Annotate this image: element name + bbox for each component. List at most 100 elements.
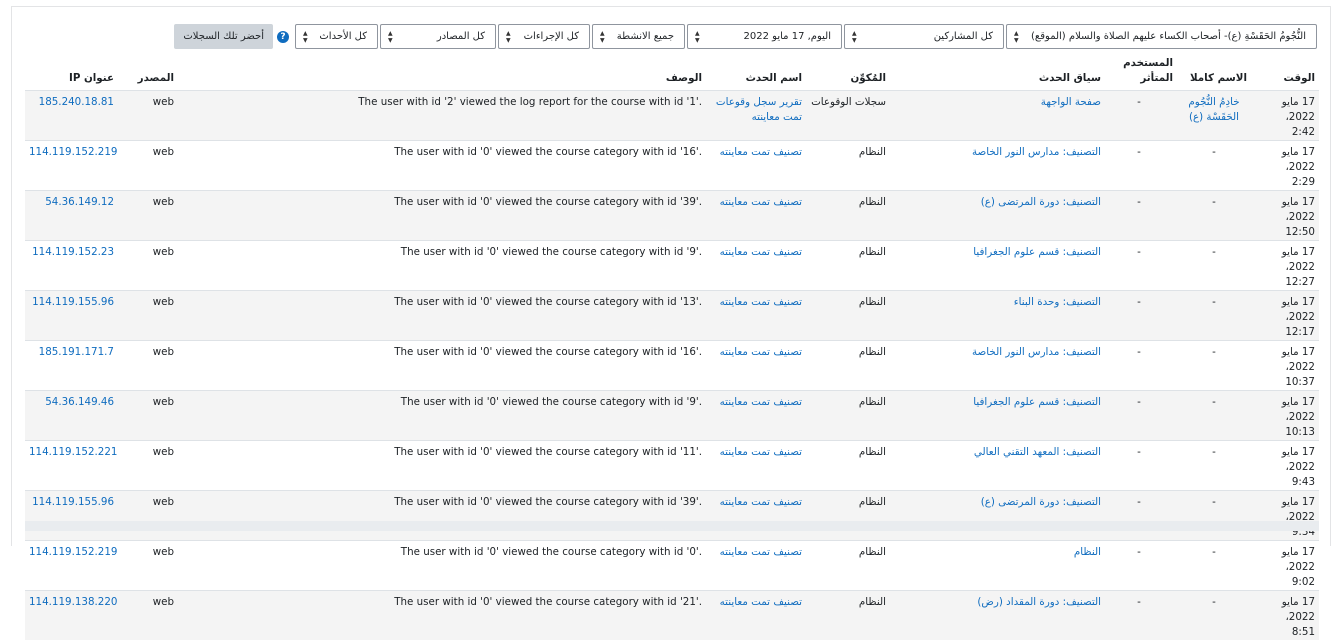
actions-select[interactable]: كل الإجراءات ▲▼ xyxy=(498,24,590,49)
cell-ip-text[interactable]: 114.119.152.221 xyxy=(29,446,117,458)
participants-select-value: كل المشاركين xyxy=(934,31,993,42)
cell-context-text[interactable]: التصنيف: مدارس النور الخاصة xyxy=(972,346,1101,358)
cell-ip-text[interactable]: 185.240.18.81 xyxy=(39,96,114,108)
cell-time: 17 مايو 2022،10:13 xyxy=(1251,391,1319,441)
cell-context-text[interactable]: التصنيف: دورة المرتضى (ع) xyxy=(981,196,1101,208)
cell-event-name-text[interactable]: تصنيف تمت معاينته xyxy=(720,346,802,358)
cell-context-text[interactable]: التصنيف: قسم علوم الجغرافيا xyxy=(973,396,1101,408)
cell-event-name: تصنيف تمت معاينته xyxy=(706,491,806,541)
cell-origin: web xyxy=(118,441,178,491)
cell-ip-text[interactable]: 114.119.152.219 xyxy=(29,146,117,158)
cell-component-text: النظام xyxy=(859,146,886,158)
cell-ip-text[interactable]: 114.119.155.96 xyxy=(32,296,114,308)
cell-description-text: The user with id '0' viewed the course c… xyxy=(394,196,702,208)
cell-time: 17 مايو 2022،2:29 xyxy=(1251,141,1319,191)
cell-origin: web xyxy=(118,291,178,341)
cell-time-text: 8:51 xyxy=(1292,626,1315,638)
cell-context: التصنيف: مدارس النور الخاصة xyxy=(890,141,1105,191)
cell-fullname-text: - xyxy=(1212,296,1216,308)
col-description-header: الوصف xyxy=(178,53,706,91)
cell-component: النظام xyxy=(806,241,890,291)
cell-context-text[interactable]: التصنيف: المعهد التقني العالي xyxy=(974,446,1101,458)
cell-fullname-text: - xyxy=(1212,246,1216,258)
cell-component: النظام xyxy=(806,491,890,541)
cell-origin-text: web xyxy=(153,96,174,108)
col-time-header[interactable]: الوقت xyxy=(1251,53,1319,91)
cell-context-text[interactable]: التصنيف: دورة المقداد (رض) xyxy=(977,596,1101,608)
cell-fullname-text: - xyxy=(1212,146,1216,158)
help-icon[interactable]: ? xyxy=(277,31,289,43)
cell-time-text: 12:50 xyxy=(1285,226,1315,238)
cell-time-text: 9:02 xyxy=(1292,576,1315,588)
cell-event-name: تصنيف تمت معاينته xyxy=(706,591,806,640)
col-fullname-header[interactable]: الاسم كاملا xyxy=(1177,53,1251,91)
cell-ip-text[interactable]: 114.119.152.23 xyxy=(32,246,114,258)
cell-description: The user with id '0' viewed the course c… xyxy=(178,191,706,241)
cell-event-name-text[interactable]: تصنيف تمت معاينته xyxy=(720,396,802,408)
cell-ip-text[interactable]: 54.36.149.12 xyxy=(45,196,114,208)
cell-event-name: تصنيف تمت معاينته xyxy=(706,141,806,191)
col-affected-user-header: المستخدم المتأثر xyxy=(1105,53,1177,91)
sources-select[interactable]: كل المصادر ▲▼ xyxy=(380,24,496,49)
select-arrows-icon: ▲▼ xyxy=(600,30,605,44)
cell-description-text: The user with id '0' viewed the course c… xyxy=(401,396,702,408)
cell-event-name-text[interactable]: تقرير سجل وقوعات تمت معاينته xyxy=(716,96,802,123)
cell-origin-text: web xyxy=(153,446,174,458)
cell-event-name: تصنيف تمت معاينته xyxy=(706,391,806,441)
cell-event-name-text[interactable]: تصنيف تمت معاينته xyxy=(720,496,802,508)
cell-context: التصنيف: المعهد التقني العالي xyxy=(890,441,1105,491)
cell-affected-user-text: - xyxy=(1137,146,1141,158)
cell-affected-user-text: - xyxy=(1137,396,1141,408)
logs-table: الوقت الاسم كاملا المستخدم المتأثر سياق … xyxy=(25,53,1319,640)
course-select[interactable]: النُّجُومُ الحَقَسْةِ (ع)- أصحاب الكساء … xyxy=(1006,24,1317,49)
cell-description: The user with id '0' viewed the course c… xyxy=(178,291,706,341)
activities-select[interactable]: جميع الانشطة ▲▼ xyxy=(592,24,685,49)
cell-origin-text: web xyxy=(153,346,174,358)
cell-context: التصنيف: قسم علوم الجغرافيا xyxy=(890,391,1105,441)
cell-ip-text[interactable]: 54.36.149.46 xyxy=(45,396,114,408)
cell-ip-text[interactable]: 114.119.155.96 xyxy=(32,496,114,508)
cell-origin: web xyxy=(118,191,178,241)
table-row: 17 مايو 2022،2:42خادِمُ النُّجُوم الحَقَ… xyxy=(25,91,1319,141)
cell-component: النظام xyxy=(806,291,890,341)
cell-origin: web xyxy=(118,91,178,141)
cell-time-text: 2:42 xyxy=(1292,126,1315,138)
cell-fullname: - xyxy=(1177,291,1251,341)
table-row: 17 مايو 2022،10:37--التصنيف: مدارس النور… xyxy=(25,341,1319,391)
cell-context-text[interactable]: التصنيف: مدارس النور الخاصة xyxy=(972,146,1101,158)
cell-origin-text: web xyxy=(153,546,174,558)
cell-context-text[interactable]: التصنيف: وحدة البناء xyxy=(1014,296,1101,308)
cell-event-name-text[interactable]: تصنيف تمت معاينته xyxy=(720,146,802,158)
cell-description-text: The user with id '0' viewed the course c… xyxy=(394,146,702,158)
cell-context-text[interactable]: النظام xyxy=(1074,546,1101,558)
get-logs-button[interactable]: أحضر تلك السجلات xyxy=(174,24,273,49)
cell-event-name-text[interactable]: تصنيف تمت معاينته xyxy=(720,596,802,608)
col-context-header: سياق الحدث xyxy=(890,53,1105,91)
cell-affected-user-text: - xyxy=(1137,96,1141,108)
cell-date-text: 17 مايو 2022، xyxy=(1282,496,1315,523)
cell-context-text[interactable]: التصنيف: قسم علوم الجغرافيا xyxy=(973,246,1101,258)
col-ip-header: عنوان IP xyxy=(25,53,118,91)
cell-date-text: 17 مايو 2022، xyxy=(1282,446,1315,473)
cell-ip-text[interactable]: 114.119.152.219 xyxy=(29,546,117,558)
cell-event-name-text[interactable]: تصنيف تمت معاينته xyxy=(720,246,802,258)
date-select[interactable]: اليوم, 17 مايو 2022 ▲▼ xyxy=(687,24,842,49)
cell-ip: 114.119.152.219 xyxy=(25,541,118,591)
table-row: 17 مايو 2022،12:50--التصنيف: دورة المرتض… xyxy=(25,191,1319,241)
cell-time-text: 12:17 xyxy=(1285,326,1315,338)
cell-fullname-text[interactable]: خادِمُ النُّجُوم الحَقَسْة (ع) xyxy=(1188,96,1239,123)
cell-event-name: تصنيف تمت معاينته xyxy=(706,291,806,341)
table-footer-strip xyxy=(25,521,1319,531)
cell-event-name-text[interactable]: تصنيف تمت معاينته xyxy=(720,196,802,208)
cell-origin-text: web xyxy=(153,146,174,158)
cell-context-text[interactable]: صفحة الواجهة xyxy=(1041,96,1101,108)
cell-fullname-text: - xyxy=(1212,546,1216,558)
cell-event-name-text[interactable]: تصنيف تمت معاينته xyxy=(720,296,802,308)
participants-select[interactable]: كل المشاركين ▲▼ xyxy=(844,24,1004,49)
cell-ip-text[interactable]: 114.119.138.220 xyxy=(29,596,117,608)
cell-event-name-text[interactable]: تصنيف تمت معاينته xyxy=(720,446,802,458)
cell-context-text[interactable]: التصنيف: دورة المرتضى (ع) xyxy=(981,496,1101,508)
cell-ip-text[interactable]: 185.191.171.7 xyxy=(39,346,114,358)
cell-event-name-text[interactable]: تصنيف تمت معاينته xyxy=(720,546,802,558)
events-select[interactable]: كل الأحداث ▲▼ xyxy=(295,24,378,49)
